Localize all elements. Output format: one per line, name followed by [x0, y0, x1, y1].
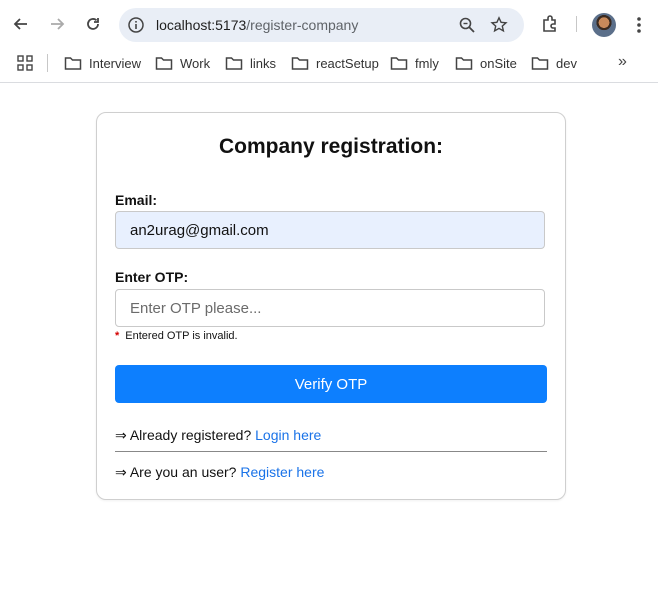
folder-icon [531, 57, 549, 70]
bookmark-label: links [250, 55, 277, 71]
address-bar[interactable]: localhost:5173/register-company [119, 8, 524, 42]
bookmark-folder-work[interactable]: Work [155, 53, 210, 73]
card-divider [115, 451, 547, 452]
url-host: localhost:5173 [156, 17, 247, 33]
forward-button[interactable] [44, 11, 70, 37]
reload-button[interactable] [80, 11, 106, 37]
error-text: Entered OTP is invalid. [125, 330, 238, 342]
folder-icon [455, 57, 473, 70]
star-icon[interactable] [490, 16, 508, 34]
otp-input[interactable] [115, 289, 545, 327]
bookmark-label: Interview [89, 55, 142, 71]
folder-icon [155, 57, 173, 70]
browser-content-divider [0, 82, 658, 83]
zoom-icon[interactable] [458, 16, 476, 34]
login-link[interactable]: Login here [255, 427, 321, 443]
back-button[interactable] [8, 11, 34, 37]
bookmarks-divider [47, 54, 48, 72]
url-path: /register-company [246, 17, 359, 33]
folder-icon [64, 57, 82, 70]
arrow-right-icon [51, 18, 65, 30]
otp-error-message: * Entered OTP is invalid. [115, 330, 238, 342]
login-prompt: ⇒ Already registered? [115, 427, 252, 443]
bookmark-folder-onsite[interactable]: onSite [455, 53, 517, 73]
bookmark-label: reactSetup [316, 55, 379, 71]
info-icon[interactable] [127, 16, 145, 34]
folder-icon [291, 57, 309, 70]
folder-icon [390, 57, 408, 70]
url-text[interactable]: localhost:5173/register-company [156, 17, 358, 33]
bookmark-folder-reactsetup[interactable]: reactSetup [291, 53, 379, 73]
email-label: Email: [115, 192, 158, 208]
bookmark-folder-interview[interactable]: Interview [64, 53, 141, 73]
login-row: ⇒ Already registered? Login here [115, 427, 321, 444]
folder-icon [225, 57, 243, 70]
bookmark-folder-fmly[interactable]: fmly [390, 53, 439, 73]
bookmarks-bar: Interview Work links reactSetup fmly onS… [0, 50, 658, 76]
registration-card: Company registration: Email: Enter OTP: … [96, 112, 566, 500]
bookmark-label: dev [556, 55, 577, 71]
browser-toolbar: localhost:5173/register-company [0, 0, 658, 50]
register-link[interactable]: Register here [240, 464, 324, 480]
apps-grid-icon[interactable] [17, 55, 33, 71]
error-marker: * [115, 330, 120, 342]
bookmark-folder-dev[interactable]: dev [531, 53, 577, 73]
register-prompt: ⇒ Are you an user? [115, 464, 237, 480]
puzzle-icon[interactable] [540, 14, 560, 34]
bookmark-label: fmly [415, 55, 439, 71]
bookmarks-overflow-button[interactable]: » [618, 53, 627, 71]
email-field[interactable] [115, 211, 545, 249]
otp-label: Enter OTP: [115, 269, 189, 285]
bookmark-label: Work [180, 55, 211, 71]
reload-icon [87, 18, 99, 30]
toolbar-divider [576, 16, 577, 32]
page-title: Company registration: [218, 135, 444, 158]
kebab-menu-icon[interactable] [633, 15, 645, 35]
register-row: ⇒ Are you an user? Register here [115, 464, 324, 481]
bookmark-folder-links[interactable]: links [225, 53, 276, 73]
arrow-left-icon [13, 18, 27, 30]
verify-otp-button[interactable]: Verify OTP [115, 365, 547, 403]
avatar[interactable] [592, 13, 616, 37]
bookmark-label: onSite [480, 55, 517, 71]
